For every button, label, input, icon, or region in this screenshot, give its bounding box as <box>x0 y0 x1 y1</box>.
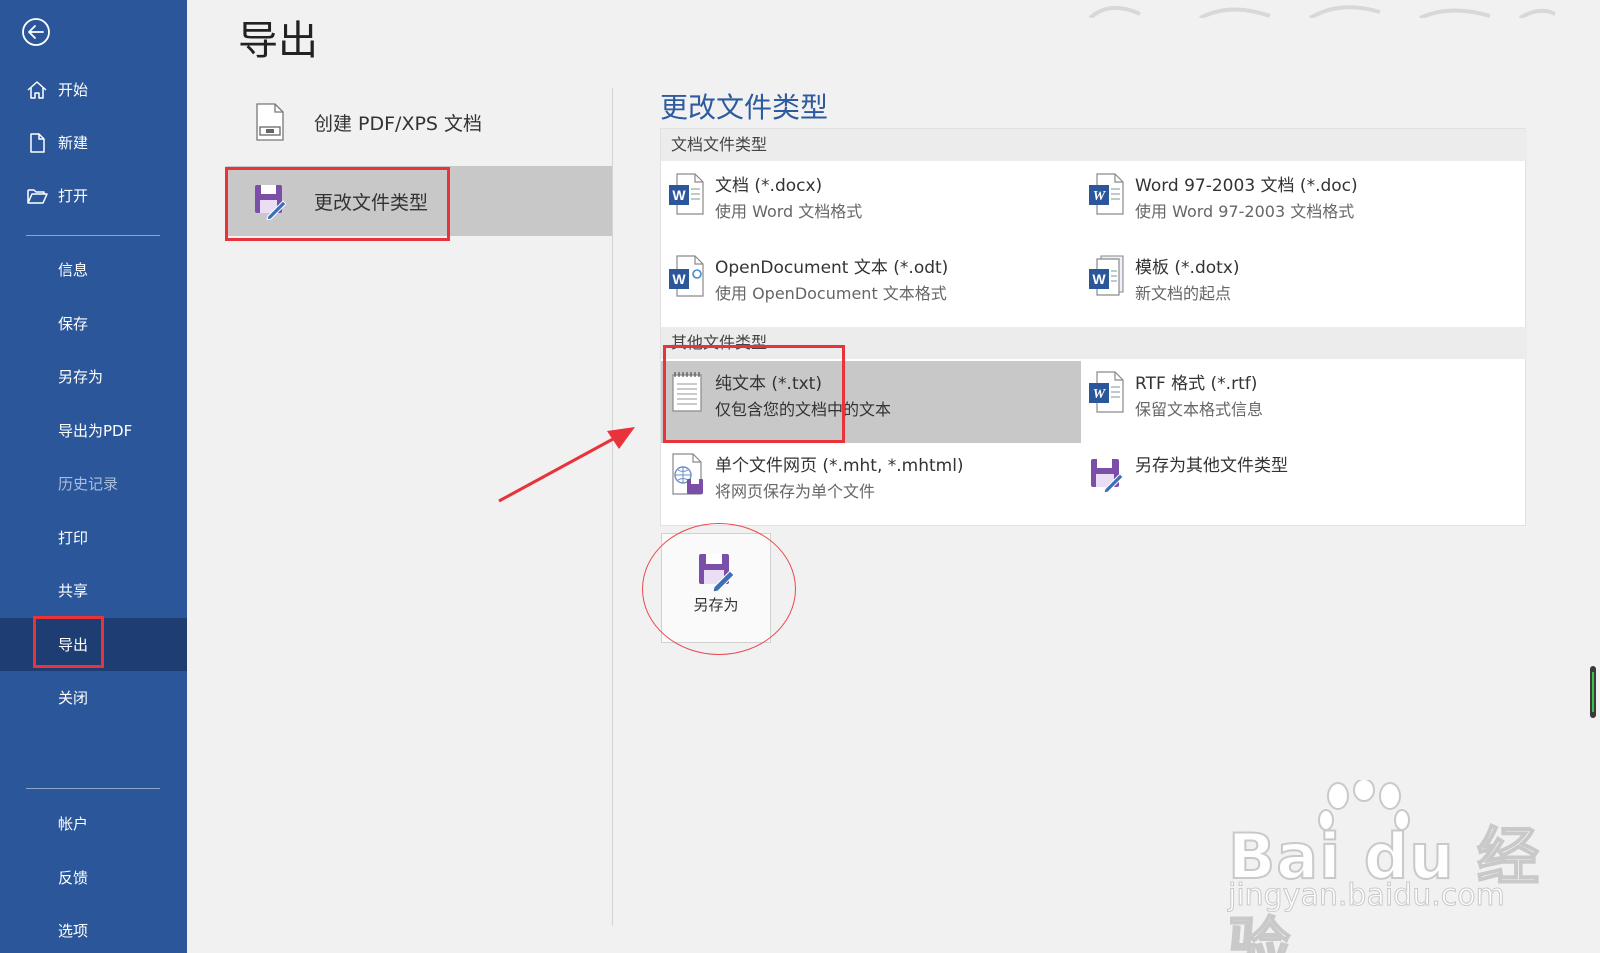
file-type-name: Word 97-2003 文档 (*.doc) <box>1135 176 1358 196</box>
sidebar-divider <box>26 235 160 236</box>
web-page-icon <box>672 453 703 495</box>
save-as-icon <box>1091 459 1124 494</box>
file-type-name: 模板 (*.dotx) <box>1135 258 1240 278</box>
sidebar-item-label: 打开 <box>58 187 89 205</box>
sidebar-divider <box>26 788 160 789</box>
file-type-desc: 将网页保存为单个文件 <box>715 482 876 501</box>
pdf-document-icon <box>256 103 284 141</box>
sidebar-item-info[interactable]: 信息 <box>0 243 187 296</box>
word-doc-icon: W <box>1089 173 1124 215</box>
sidebar-item-export-pdf[interactable]: 导出为PDF <box>0 404 187 457</box>
group-header-document-types: 文档文件类型 <box>661 129 1527 161</box>
new-document-icon <box>30 132 45 153</box>
open-folder-icon <box>27 188 48 204</box>
sidebar-item-save[interactable]: 保存 <box>0 297 187 350</box>
sidebar-item-label: 历史记录 <box>58 475 119 493</box>
export-option-label: 创建 PDF/XPS 文档 <box>314 112 483 135</box>
file-type-name: 另存为其他文件类型 <box>1135 456 1288 476</box>
word-odt-icon: W <box>669 255 704 297</box>
file-type-name: OpenDocument 文本 (*.odt) <box>715 258 949 278</box>
file-type-name: 单个文件网页 (*.mht, *.mhtml) <box>715 456 964 476</box>
backstage-sidebar: 开始 新建 打开 信息 保存 另存为 导出为PDF 历史记录 打印 共享 导出 … <box>0 0 187 953</box>
annotation-arrow <box>498 427 635 503</box>
sidebar-item-label: 另存为 <box>58 368 104 386</box>
sidebar-item-options[interactable]: 选项 <box>0 904 187 953</box>
file-type-docx[interactable]: W 文档 (*.docx) 使用 Word 文档格式 <box>661 163 1081 245</box>
page-title: 导出 <box>238 18 318 64</box>
sidebar-item-label: 信息 <box>58 261 89 279</box>
export-option-create-pdf[interactable]: 创建 PDF/XPS 文档 <box>226 87 612 157</box>
file-type-other[interactable]: 另存为其他文件类型 <box>1081 443 1501 525</box>
export-option-label: 更改文件类型 <box>314 191 429 214</box>
file-type-dotx[interactable]: W 模板 (*.dotx) 新文档的起点 <box>1081 245 1501 327</box>
save-as-icon <box>699 554 735 592</box>
sidebar-item-history: 历史记录 <box>0 457 187 510</box>
watermark-url: jingyan.baidu.com <box>1228 878 1506 914</box>
group-header-other-types: 其他文件类型 <box>661 327 1527 359</box>
section-heading: 更改文件类型 <box>660 91 829 124</box>
sidebar-item-new[interactable]: 新建 <box>0 116 187 169</box>
file-type-desc: 新文档的起点 <box>1135 284 1232 303</box>
word-docx-icon: W <box>669 173 704 215</box>
sidebar-item-label: 帐户 <box>58 815 89 833</box>
sidebar-item-label: 关闭 <box>58 689 89 707</box>
sidebar-item-save-as[interactable]: 另存为 <box>0 350 187 403</box>
sidebar-item-label: 导出为PDF <box>58 422 133 440</box>
sidebar-item-label: 打印 <box>58 529 89 547</box>
sidebar-item-label: 开始 <box>58 81 89 99</box>
sidebar-item-label: 导出 <box>58 636 89 654</box>
file-type-rtf[interactable]: W RTF 格式 (*.rtf) 保留文本格式信息 <box>1081 361 1501 443</box>
save-as-icon <box>255 185 286 220</box>
sidebar-item-label: 保存 <box>58 315 89 333</box>
file-type-desc: 保留文本格式信息 <box>1135 400 1264 419</box>
file-type-doc[interactable]: W Word 97-2003 文档 (*.doc) 使用 Word 97-200… <box>1081 163 1501 245</box>
file-type-desc: 使用 Word 97-2003 文档格式 <box>1135 202 1355 221</box>
sidebar-item-label: 选项 <box>58 922 89 940</box>
export-option-change-file-type[interactable]: 更改文件类型 <box>226 166 612 236</box>
word-template-icon: W <box>1089 255 1124 296</box>
column-divider <box>612 88 613 926</box>
sidebar-item-feedback[interactable]: 反馈 <box>0 851 187 904</box>
svg-text:W: W <box>1093 387 1107 402</box>
file-type-desc: 仅包含您的文档中的文本 <box>715 400 892 419</box>
file-type-panel: 文档文件类型 W 文档 (*.docx) 使用 Word 文档格式 W Word… <box>660 128 1527 526</box>
sidebar-item-open[interactable]: 打开 <box>0 169 187 222</box>
file-type-mht[interactable]: 单个文件网页 (*.mht, *.mhtml) 将网页保存为单个文件 <box>661 443 1081 525</box>
svg-text:W: W <box>672 271 686 287</box>
scrollbar-indicator <box>1592 672 1594 712</box>
sidebar-item-close[interactable]: 关闭 <box>0 671 187 724</box>
sidebar-item-label: 共享 <box>58 582 89 600</box>
sidebar-item-account[interactable]: 帐户 <box>0 797 187 850</box>
sidebar-item-print[interactable]: 打印 <box>0 511 187 564</box>
sidebar-item-label: 反馈 <box>58 869 89 887</box>
svg-text:W: W <box>1093 189 1107 204</box>
plain-text-icon <box>672 372 702 412</box>
save-as-button-label: 另存为 <box>693 596 739 614</box>
file-type-name: 纯文本 (*.txt) <box>715 374 822 394</box>
file-type-odt[interactable]: W OpenDocument 文本 (*.odt) 使用 OpenDocumen… <box>661 245 1081 327</box>
file-type-name: RTF 格式 (*.rtf) <box>1135 374 1258 394</box>
file-type-desc: 使用 Word 文档格式 <box>715 202 863 221</box>
word-rtf-icon: W <box>1089 371 1124 413</box>
svg-text:W: W <box>672 187 686 203</box>
sidebar-item-label: 新建 <box>58 134 89 152</box>
home-icon <box>27 80 47 99</box>
sidebar-item-export[interactable]: 导出 <box>0 618 187 671</box>
sidebar-item-home[interactable]: 开始 <box>0 63 187 116</box>
decorative-ornament <box>1088 5 1556 18</box>
file-type-name: 文档 (*.docx) <box>715 176 823 196</box>
file-type-txt[interactable]: 纯文本 (*.txt) 仅包含您的文档中的文本 <box>661 361 1081 443</box>
file-type-desc: 使用 OpenDocument 文本格式 <box>715 284 947 303</box>
save-as-button[interactable]: 另存为 <box>661 533 771 643</box>
svg-text:W: W <box>1092 271 1106 287</box>
back-arrow-icon[interactable] <box>20 16 52 48</box>
sidebar-item-share[interactable]: 共享 <box>0 564 187 617</box>
